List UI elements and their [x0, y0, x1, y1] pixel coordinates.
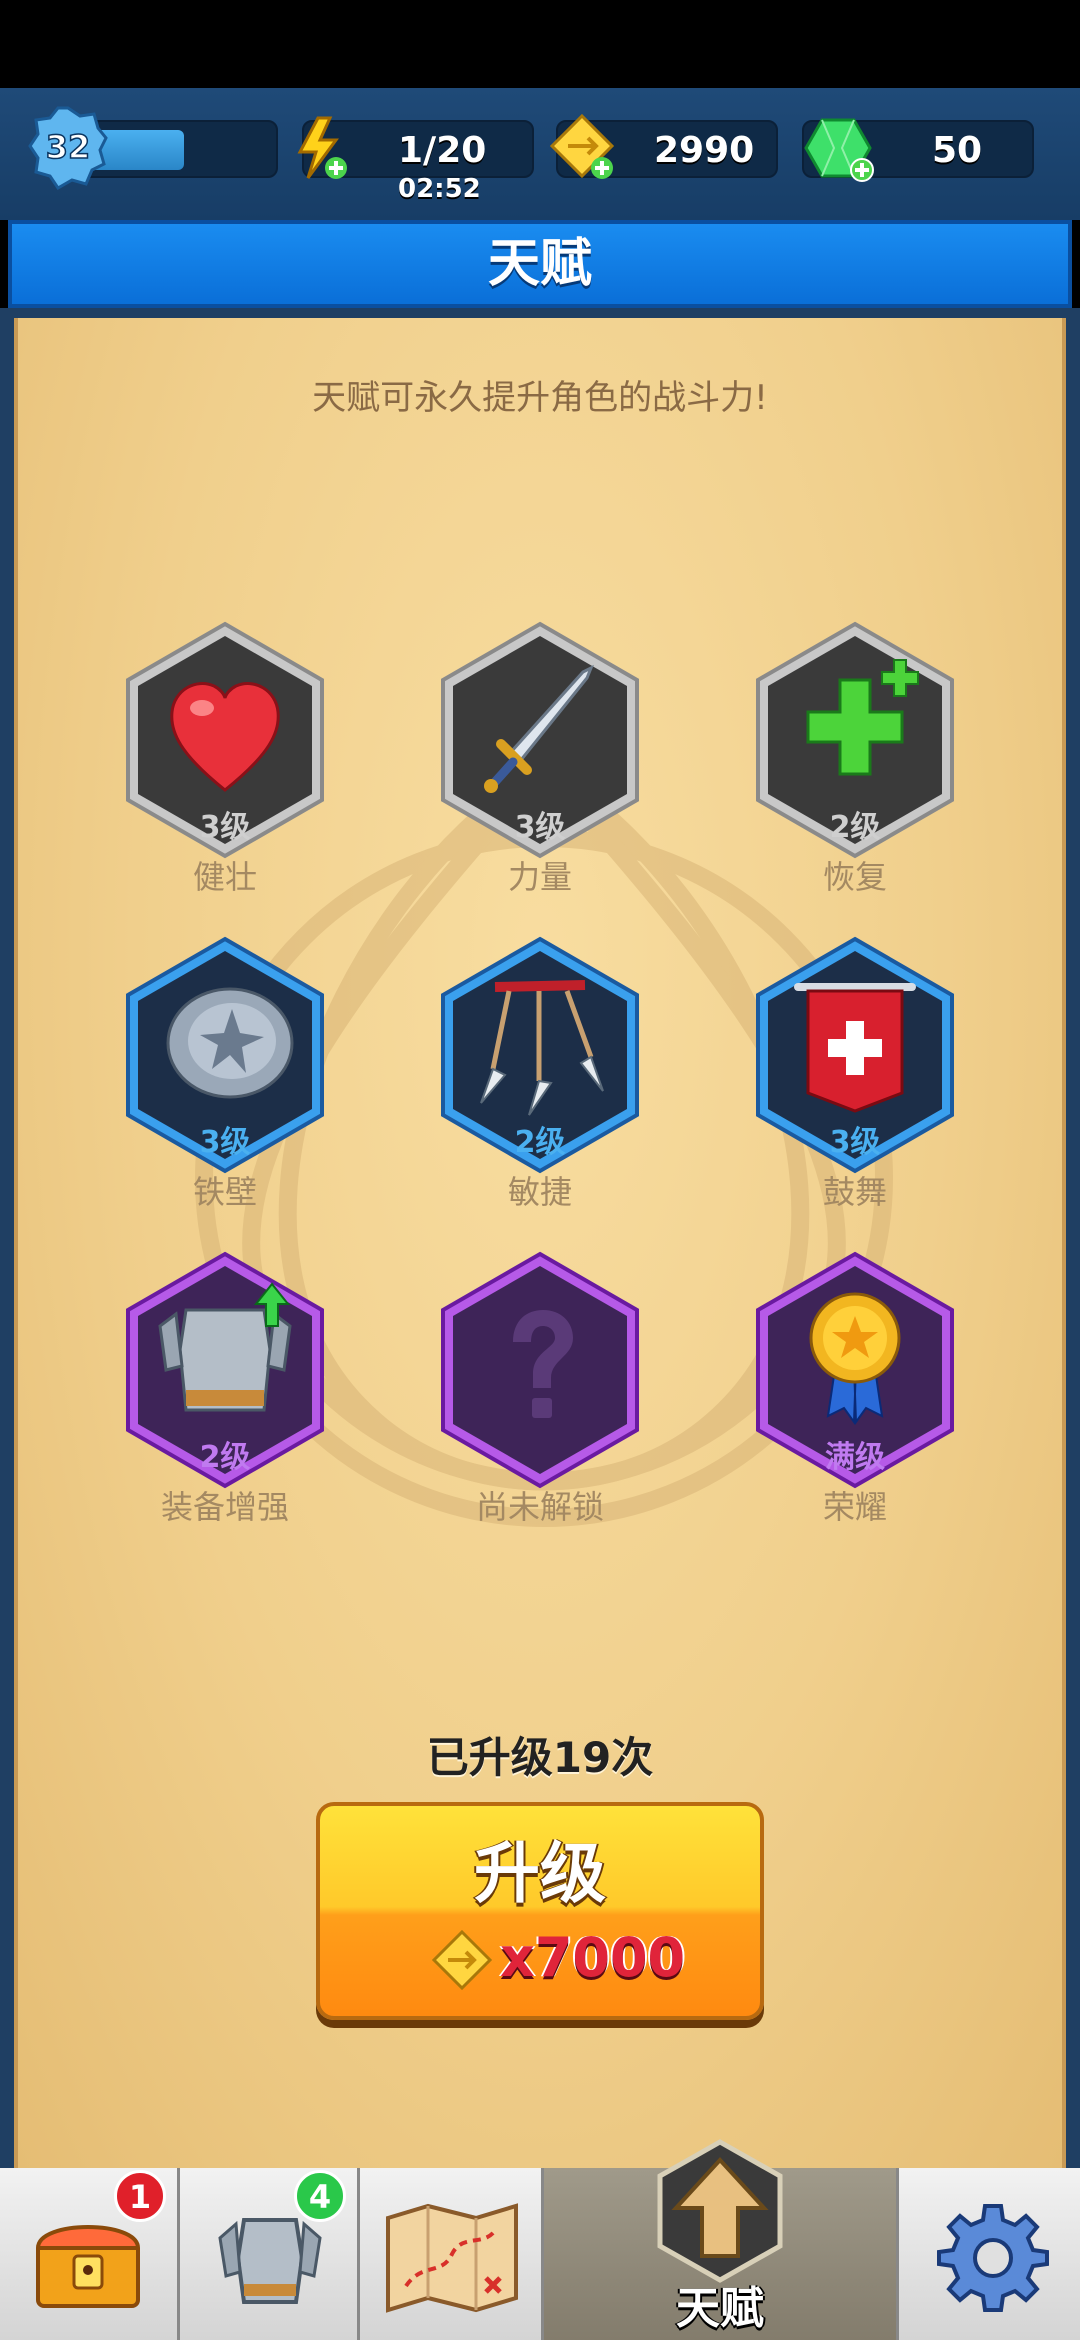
talent-name: 恢复	[822, 858, 887, 896]
title-banner: 天赋	[8, 220, 1072, 308]
upgrade-cost: x7000	[500, 1926, 686, 1989]
gold-coin-icon	[432, 1930, 492, 1990]
talent-locked[interactable]: 尚未解锁	[435, 1250, 645, 1530]
talent-name: 鼓舞	[822, 1173, 887, 1211]
gem-value: 50	[932, 130, 983, 171]
talent-hex-purple	[441, 1251, 639, 1489]
gem-icon[interactable]	[804, 114, 876, 184]
talent-level: 3级	[514, 810, 566, 845]
talent-equipment-boost[interactable]: 2级 装备增强	[120, 1250, 330, 1530]
banner-icon	[794, 983, 916, 1113]
talent-sturdy[interactable]: 3级 健壮	[120, 620, 330, 900]
gold-value: 2990	[654, 130, 755, 171]
treasure-chest-icon	[35, 2225, 141, 2308]
talent-agility[interactable]: 2级 敏捷	[435, 935, 645, 1215]
talent-level: 2级	[514, 1125, 566, 1160]
tab-equipment[interactable]: 4	[180, 2168, 360, 2340]
player-level: 32	[46, 128, 91, 166]
page-title: 天赋	[487, 234, 592, 294]
talent-inspire[interactable]: 3级 鼓舞	[750, 935, 960, 1215]
talent-level: 3级	[199, 810, 251, 845]
tab-talent-label: 天赋	[676, 2283, 764, 2334]
upgrade-button-label: 升级	[474, 1835, 606, 1912]
talent-upgrade-icon	[657, 2139, 783, 2283]
talent-recovery[interactable]: 2级 恢复	[750, 620, 960, 900]
energy-bolt-icon[interactable]	[292, 116, 352, 182]
spiked-shield-icon	[166, 987, 294, 1099]
tab-settings[interactable]	[896, 2168, 1080, 2340]
energy-timer: 02:52	[398, 174, 481, 204]
gear-icon	[937, 2204, 1049, 2312]
talent-strength[interactable]: 3级 力量	[435, 620, 645, 900]
upgrade-count: 已升级19次	[426, 1733, 654, 1782]
talent-name: 尚未解锁	[475, 1488, 604, 1526]
gold-coin-icon[interactable]	[548, 112, 618, 182]
map-icon	[386, 2203, 518, 2313]
upgrade-button[interactable]: 升级 x7000	[316, 1802, 764, 2020]
talent-name: 力量	[507, 858, 572, 896]
energy-value: 1/20	[398, 130, 487, 171]
talent-name: 荣耀	[822, 1488, 887, 1526]
panel-subtitle: 天赋可永久提升角色的战斗力!	[312, 378, 768, 418]
talent-level: 2级	[829, 810, 881, 845]
tab-map[interactable]	[360, 2168, 544, 2340]
talent-name: 装备增强	[160, 1488, 289, 1526]
chest-badge: 1	[114, 2170, 166, 2222]
resource-bar: 32 1/20 2990 50	[0, 88, 1080, 220]
talent-level: 2级	[199, 1440, 251, 1475]
talent-level: 满级	[825, 1440, 885, 1475]
talent-name: 铁壁	[192, 1173, 257, 1211]
talent-name: 健壮	[192, 858, 257, 896]
tab-chest[interactable]: 1	[0, 2168, 180, 2340]
equipment-badge: 4	[294, 2170, 346, 2222]
talent-level: 3级	[829, 1125, 881, 1160]
status-bar	[0, 0, 1080, 88]
talent-name: 敏捷	[507, 1173, 572, 1211]
talent-glory[interactable]: 满级 荣耀	[750, 1250, 960, 1530]
level-badge-icon[interactable]: 32	[28, 106, 108, 190]
talent-level: 3级	[199, 1125, 251, 1160]
talent-iron-wall[interactable]: 3级 铁壁	[120, 935, 330, 1215]
